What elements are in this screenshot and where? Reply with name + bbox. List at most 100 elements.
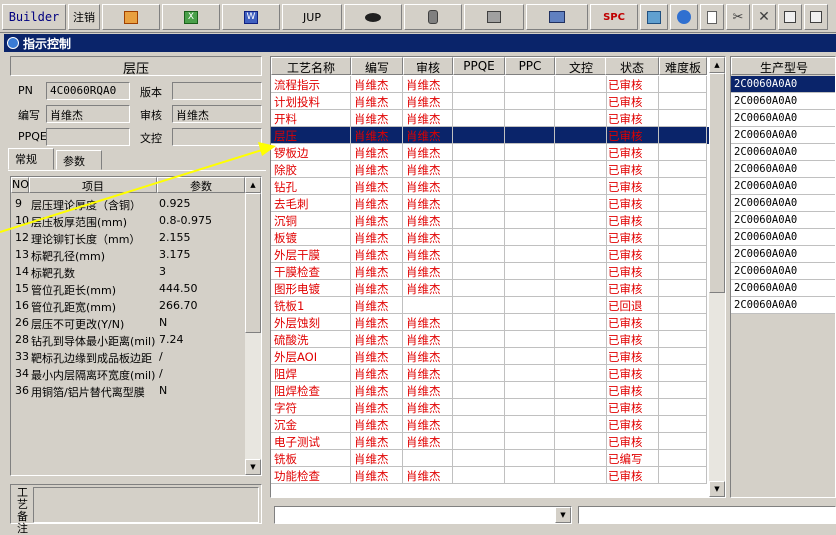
model-row[interactable]: 2C0060A0A0 xyxy=(731,246,835,263)
scroll-up-icon[interactable]: ▲ xyxy=(245,177,261,193)
model-row[interactable]: 2C0060A0A0 xyxy=(731,263,835,280)
col-no-header[interactable]: NO xyxy=(11,177,29,193)
author-field[interactable]: 肖维杰 xyxy=(46,105,130,123)
param-row[interactable]: 12 理论铆钉长度（mm） 2.155 xyxy=(11,229,245,246)
tab-params[interactable]: 参数 xyxy=(56,150,102,170)
grid-row[interactable]: 除胶 肖维杰 肖维杰 已审核 xyxy=(271,161,709,178)
model-row[interactable]: 2C0060A0A0 xyxy=(731,144,835,161)
grid-scroll-thumb[interactable] xyxy=(709,73,725,293)
grid-col-header[interactable]: 状态 xyxy=(605,57,659,75)
pn-field[interactable]: 4C0060RQA0 xyxy=(46,82,130,100)
grid-col-header[interactable]: 工艺名称 xyxy=(271,57,351,75)
param-row[interactable]: 10 层压板厚范围(mm) 0.8-0.975 xyxy=(11,212,245,229)
grid-row[interactable]: 去毛刺 肖维杰 肖维杰 已审核 xyxy=(271,195,709,212)
param-row[interactable]: 26 层压不可更改(Y/N) N xyxy=(11,314,245,331)
control-field[interactable] xyxy=(172,128,262,146)
cut-icon[interactable]: ✂ xyxy=(726,4,750,30)
memo-field[interactable] xyxy=(33,487,259,523)
jup-button[interactable]: JUP xyxy=(282,4,342,30)
param-row[interactable]: 33 靶标孔边缘到成品板边距 / xyxy=(11,348,245,365)
grid-row[interactable]: 流程指示 肖维杰 肖维杰 已审核 xyxy=(271,76,709,93)
model-row[interactable]: 2C0060A0A0 xyxy=(731,178,835,195)
computer-icon[interactable] xyxy=(526,4,588,30)
grid-row[interactable]: 阻焊 肖维杰 肖维杰 已审核 xyxy=(271,365,709,382)
grid-row[interactable]: 图形电镀 肖维杰 肖维杰 已审核 xyxy=(271,280,709,297)
grid-col-header[interactable]: 难度板 xyxy=(659,57,707,75)
grid-row[interactable]: 外层蚀刻 肖维杰 肖维杰 已审核 xyxy=(271,314,709,331)
tab-general[interactable]: 常规 xyxy=(8,148,54,170)
grid-col-header[interactable]: 审核 xyxy=(403,57,453,75)
grid-row[interactable]: 沉铜 肖维杰 肖维杰 已审核 xyxy=(271,212,709,229)
model-row[interactable]: 2C0060A0A0 xyxy=(731,212,835,229)
col-param-header[interactable]: 参数 xyxy=(157,177,245,193)
col-item-header[interactable]: 项目 xyxy=(29,177,157,193)
param-row[interactable]: 28 钻孔到导体最小距离(mil) 7.24 xyxy=(11,331,245,348)
grid-row[interactable]: 干膜检查 肖维杰 肖维杰 已审核 xyxy=(271,263,709,280)
scroll-down-icon[interactable]: ▼ xyxy=(245,459,261,475)
grid-row[interactable]: 硫酸洗 肖维杰 肖维杰 已审核 xyxy=(271,331,709,348)
builder-button[interactable]: Builder xyxy=(2,4,66,30)
model-row[interactable]: 2C0060A0A0 xyxy=(731,76,835,93)
scroll-thumb[interactable] xyxy=(245,193,261,333)
model-header[interactable]: 生产型号 xyxy=(731,57,835,75)
save-icon[interactable] xyxy=(778,4,802,30)
chart-icon[interactable] xyxy=(640,4,668,30)
grid-row[interactable]: 开料 肖维杰 肖维杰 已审核 xyxy=(271,110,709,127)
bottom-field[interactable] xyxy=(578,506,836,524)
grid-row[interactable]: 钻孔 肖维杰 肖维杰 已审核 xyxy=(271,178,709,195)
grid-col-header[interactable]: 编写 xyxy=(351,57,403,75)
cancel-button[interactable]: 注销 xyxy=(68,4,100,30)
grid-row[interactable]: 阻焊检查 肖维杰 肖维杰 已审核 xyxy=(271,382,709,399)
spc-button[interactable]: SPC xyxy=(590,4,638,30)
model-row[interactable]: 2C0060A0A0 xyxy=(731,280,835,297)
grid-row[interactable]: 字符 肖维杰 肖维杰 已审核 xyxy=(271,399,709,416)
model-row[interactable]: 2C0060A0A0 xyxy=(731,229,835,246)
word-icon[interactable]: W xyxy=(222,4,280,30)
param-row[interactable]: 34 最小内层隔离环宽度(mil) / xyxy=(11,365,245,382)
grid-col-header[interactable]: PPQE xyxy=(453,57,505,75)
grid-row[interactable]: 外层AOI 肖维杰 肖维杰 已审核 xyxy=(271,348,709,365)
globe-icon[interactable] xyxy=(670,4,698,30)
network-icon[interactable] xyxy=(464,4,524,30)
grid-row[interactable]: 板镀 肖维杰 肖维杰 已审核 xyxy=(271,229,709,246)
grid-col-header[interactable]: 文控 xyxy=(555,57,607,75)
model-row[interactable]: 2C0060A0A0 xyxy=(731,110,835,127)
grid-row[interactable]: 层压 肖维杰 肖维杰 已审核 xyxy=(271,127,709,144)
grid-row[interactable]: 电子测试 肖维杰 肖维杰 已审核 xyxy=(271,433,709,450)
version-field[interactable] xyxy=(172,82,262,100)
model-row[interactable]: 2C0060A0A0 xyxy=(731,297,835,314)
grid-row[interactable]: 铣板 肖维杰 已编写 xyxy=(271,450,709,467)
model-row[interactable]: 2C0060A0A0 xyxy=(731,93,835,110)
new-document-icon[interactable] xyxy=(700,4,724,30)
powerpoint-icon[interactable] xyxy=(102,4,160,30)
grid-row[interactable]: 铣板1 肖维杰 已回退 xyxy=(271,297,709,314)
grid-scroll-up-icon[interactable]: ▲ xyxy=(709,57,725,73)
bottom-combo[interactable]: ▼ xyxy=(274,506,572,524)
param-scrollbar[interactable]: ▲ ▼ xyxy=(245,177,261,475)
delete-icon[interactable]: ✕ xyxy=(752,4,776,30)
param-row[interactable]: 14 标靶孔数 3 xyxy=(11,263,245,280)
database-icon[interactable] xyxy=(404,4,462,30)
param-row[interactable]: 16 管位孔距宽(mm) 266.70 xyxy=(11,297,245,314)
ppqe-field[interactable] xyxy=(46,128,130,146)
excel-icon[interactable]: X xyxy=(162,4,220,30)
grid-scroll-down-icon[interactable]: ▼ xyxy=(709,481,725,497)
grid-scrollbar[interactable]: ▲ ▼ xyxy=(709,57,725,497)
param-row[interactable]: 9 层压理论厚度（含铜） 0.925 xyxy=(11,195,245,212)
grid-row[interactable]: 沉金 肖维杰 肖维杰 已审核 xyxy=(271,416,709,433)
grid-row[interactable]: 功能检查 肖维杰 肖维杰 已审核 xyxy=(271,467,709,484)
param-row[interactable]: 36 用铜箔/铝片替代离型膜 N xyxy=(11,382,245,399)
model-row[interactable]: 2C0060A0A0 xyxy=(731,127,835,144)
param-row[interactable]: 13 标靶孔径(mm) 3.175 xyxy=(11,246,245,263)
chevron-down-icon[interactable]: ▼ xyxy=(555,507,571,523)
param-row[interactable]: 15 管位孔距长(mm) 444.50 xyxy=(11,280,245,297)
eye-icon[interactable] xyxy=(344,4,402,30)
grid-row[interactable]: 外层干膜 肖维杰 肖维杰 已审核 xyxy=(271,246,709,263)
close-icon[interactable] xyxy=(804,4,828,30)
grid-row[interactable]: 锣板边 肖维杰 肖维杰 已审核 xyxy=(271,144,709,161)
review-field[interactable]: 肖维杰 xyxy=(172,105,262,123)
model-row[interactable]: 2C0060A0A0 xyxy=(731,161,835,178)
model-row[interactable]: 2C0060A0A0 xyxy=(731,195,835,212)
grid-col-header[interactable]: PPC xyxy=(505,57,555,75)
grid-row[interactable]: 计划投料 肖维杰 肖维杰 已审核 xyxy=(271,93,709,110)
